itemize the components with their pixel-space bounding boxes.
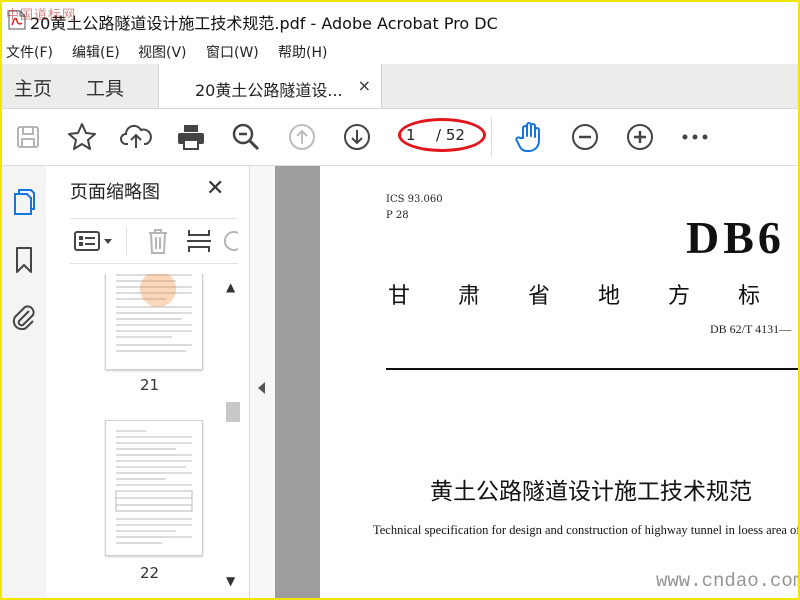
more-icon <box>682 134 708 140</box>
hand-tool-button[interactable] <box>514 121 546 153</box>
menu-view[interactable]: 视图(V) <box>138 42 187 62</box>
header-rule <box>386 368 798 370</box>
panel-toolbar-divider <box>126 227 127 255</box>
document-view[interactable]: ICS 93.060 P 28 DB6 甘肃省地方标 DB 62/T 4131—… <box>275 166 798 598</box>
close-panel-icon[interactable]: ✕ <box>206 176 224 201</box>
tab-bar: 主页 工具 20黄土公路隧道设... × <box>2 64 798 109</box>
print-icon <box>178 125 204 150</box>
panel-collapse-bar[interactable] <box>250 166 275 598</box>
watermark-bottom: www.cndao.com <box>656 570 800 592</box>
thumbnail-page-preview <box>116 274 192 352</box>
toolbar-divider <box>491 117 492 157</box>
attachments-button[interactable] <box>10 302 38 330</box>
left-navigation-rail <box>2 166 47 598</box>
document-title-en: Technical specification for design and c… <box>373 523 798 537</box>
ics-code: ICS 93.060 <box>386 194 443 205</box>
print-button[interactable] <box>175 121 207 153</box>
delete-page-icon[interactable] <box>146 227 170 255</box>
red-annotation-circle <box>398 118 486 152</box>
panel-toolbar <box>70 218 238 264</box>
document-title-cn: 黄土公路隧道设计施工技术规范 <box>430 479 752 505</box>
menu-window[interactable]: 窗口(W) <box>206 42 259 62</box>
bookmarks-button[interactable] <box>10 246 38 274</box>
panel-title: 页面缩略图 <box>70 182 160 203</box>
save-button[interactable] <box>12 121 44 153</box>
thumbnail-page[interactable] <box>105 420 203 556</box>
thumbnail-options-icon[interactable] <box>74 229 114 253</box>
share-upload-button[interactable] <box>120 121 152 153</box>
menu-bar: 文件(F) 编辑(E) 视图(V) 窗口(W) 帮助(H) <box>2 38 798 64</box>
rotate-page-icon[interactable] <box>224 227 238 255</box>
thumbnails-panel: 页面缩略图 ✕ 21 22 ▲ ▼ <box>46 166 250 598</box>
scrollbar-thumb[interactable] <box>226 402 240 422</box>
zoom-search-icon <box>232 123 260 151</box>
extract-pages-icon[interactable] <box>186 227 212 255</box>
previous-page-button[interactable] <box>286 121 318 153</box>
bookmark-star-icon <box>68 123 96 150</box>
zoom-in-icon <box>627 124 653 150</box>
upload-icon <box>120 124 152 148</box>
page-up-icon <box>289 124 315 150</box>
window-title: 20黄土公路隧道设计施工技术规范.pdf - Adobe Acrobat Pro… <box>30 14 498 33</box>
province-standard-heading: 甘肃省地方标 <box>388 284 761 309</box>
save-icon <box>17 126 39 148</box>
tab-document[interactable]: 20黄土公路隧道设... × <box>158 64 382 108</box>
scroll-up-arrow-icon[interactable]: ▲ <box>226 280 235 294</box>
more-tools-button[interactable] <box>679 121 711 153</box>
zoom-search-button[interactable] <box>230 121 262 153</box>
page-thumbnails-button[interactable] <box>10 188 38 216</box>
db-header: DB6 <box>686 212 785 263</box>
pdf-page: ICS 93.060 P 28 DB6 甘肃省地方标 DB 62/T 4131—… <box>320 166 798 598</box>
bookmark-star-button[interactable] <box>66 121 98 153</box>
close-tab-icon[interactable]: × <box>358 76 371 95</box>
collapse-arrow-icon[interactable] <box>258 382 265 394</box>
hand-tool-icon <box>515 122 540 153</box>
scroll-down-arrow-icon[interactable]: ▼ <box>226 574 235 588</box>
tab-home[interactable]: 主页 <box>14 74 52 101</box>
thumbnail-page[interactable] <box>105 274 203 370</box>
thumbnail-page-number: 22 <box>140 564 160 582</box>
next-page-button[interactable] <box>341 121 373 153</box>
thumbnail-list: 21 22 <box>70 274 246 598</box>
tab-tools[interactable]: 工具 <box>86 74 124 101</box>
thumbnail-page-number: 21 <box>140 376 160 394</box>
menu-file[interactable]: 文件(F) <box>6 42 53 62</box>
standard-number: DB 62/T 4131— <box>710 322 792 336</box>
title-bar: 20黄土公路隧道设计施工技术规范.pdf - Adobe Acrobat Pro… <box>2 2 798 38</box>
p-code: P 28 <box>386 210 409 221</box>
page-thumbnails-icon <box>14 189 35 215</box>
menu-help[interactable]: 帮助(H) <box>278 42 327 62</box>
tab-document-label: 20黄土公路隧道设... <box>195 81 343 100</box>
app-window: 20黄土公路隧道设计施工技术规范.pdf - Adobe Acrobat Pro… <box>0 0 800 600</box>
thumbnail-scrollbar[interactable]: ▲ ▼ <box>222 274 244 594</box>
thumbnail-page-preview <box>115 430 193 544</box>
watermark-top: 中国道标网 <box>6 8 77 23</box>
zoom-out-icon <box>572 124 598 150</box>
bookmarks-icon <box>16 247 32 273</box>
zoom-out-button[interactable] <box>569 121 601 153</box>
attachments-icon <box>12 305 35 330</box>
toolbar: 1 / 52 <box>2 109 798 166</box>
menu-edit[interactable]: 编辑(E) <box>72 42 120 62</box>
zoom-in-button[interactable] <box>624 121 656 153</box>
page-down-icon <box>344 124 370 150</box>
